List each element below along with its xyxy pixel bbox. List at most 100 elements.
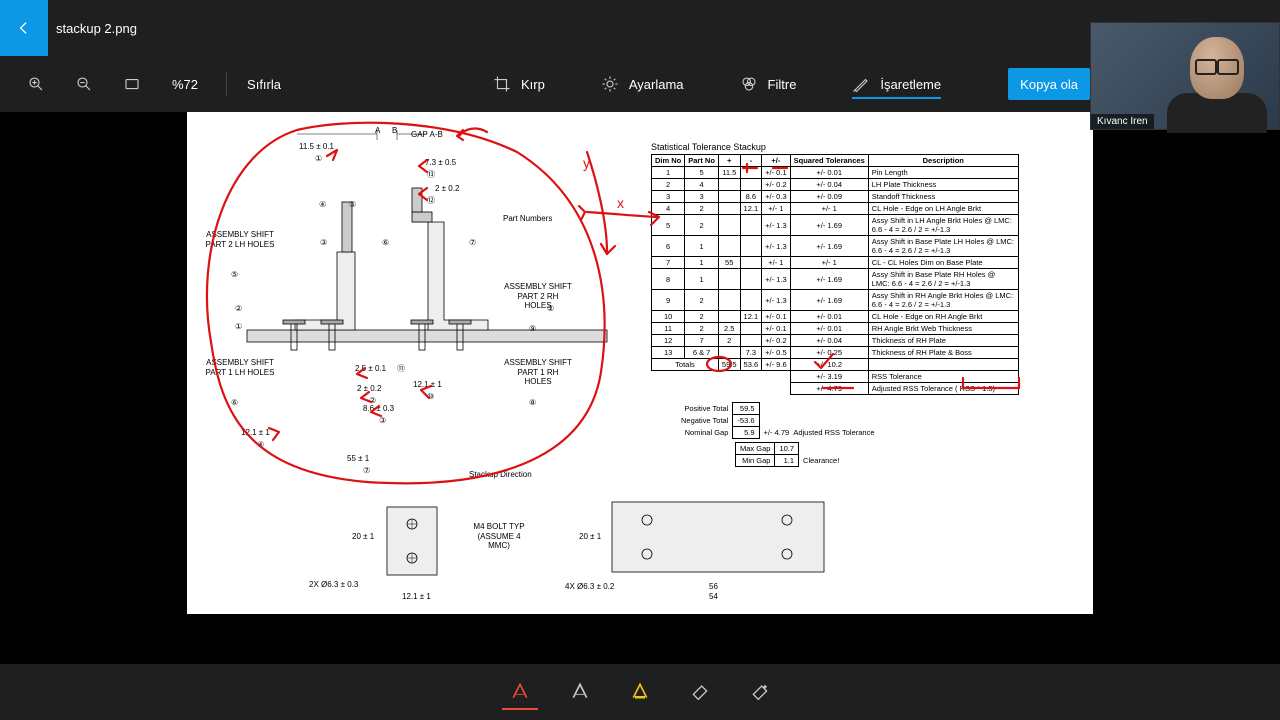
dim-7: 55 ± 1 [347,454,369,464]
file-title: stackup 2.png [56,21,137,36]
label-B: B [392,126,397,136]
assy3: ASSEMBLY SHIFT PART 2 RH HOLES [503,282,573,311]
zoom-level: %72 [172,77,198,92]
rss-row: +/- 3.19RSS Tolerance [652,371,1019,383]
table-row: 338.6+/- 0.3+/- 0.09Standoff Thickness [652,191,1019,203]
p5: ⑤ [349,200,356,210]
dim-121: 12.1 ± 1 [402,592,431,602]
dim-56: 56 [709,582,718,592]
p6: ⑥ [382,238,389,248]
assy4n: ⑧ [529,398,536,408]
gap-table: Max Gap10.7 Min Gap1.1Clearance! [735,442,844,467]
p7: ⑦ [469,238,476,248]
dim-12: 2 ± 0.2 [435,184,459,194]
table-row: 1511.5+/- 0.1+/- 0.01Pin Length [652,167,1019,179]
table-row: 52+/- 1.3+/- 1.69Assy Shift in LH Angle … [652,215,1019,236]
dim-3n: ③ [379,416,386,426]
dim-1-num: ① [315,154,322,164]
zoom-out-button[interactable] [68,68,100,100]
markup-button[interactable]: İşaretleme [852,75,941,99]
copy-button[interactable]: Kopya ola [1008,68,1090,100]
arrow-left-icon [16,20,32,36]
gap-label: GAP A-B [411,130,443,140]
sparkle-eraser-button[interactable] [742,674,778,710]
dim-4: 12.1 ± 1 [241,428,270,438]
dim-10n: ⑩ [427,392,434,402]
zoom-in-button[interactable] [20,68,52,100]
p3: ③ [320,238,327,248]
totals-row: Totals 59.553.6 +/- 9.6+/- 10.2 [652,359,1019,371]
markup-icon [852,75,870,93]
assy1: ASSEMBLY SHIFT PART 2 LH HOLES [205,230,275,249]
pen-red-button[interactable] [502,674,538,710]
assy3n: ⑨ [529,324,536,334]
assy2n: ⑥ [231,398,238,408]
eraser-icon [690,681,710,701]
top-toolbar: %72 Sıfırla Kırp Ayarlama Filtre İşaretl… [0,56,1280,112]
highlighter-button[interactable] [622,674,658,710]
assy4: ASSEMBLY SHIFT PART 1 RH HOLES [503,358,573,387]
p4: ④ [319,200,326,210]
pen-icon [570,681,590,701]
crop-button[interactable]: Kırp [493,75,545,93]
pen-icon [510,681,530,701]
pen-white-button[interactable] [562,674,598,710]
stackup-direction: Stackup Direction [469,470,532,480]
reset-button[interactable]: Sıfırla [247,77,281,92]
table-row: 92+/- 1.3+/- 1.69Assy Shift in RH Angle … [652,290,1019,311]
dim-2: 2 ± 0.2 [357,384,381,394]
table-header-row: Dim NoPart No +- +/-Squared Tolerances D… [652,155,1019,167]
zoom-in-icon [27,75,45,93]
p2l: ② [235,304,242,314]
zoom-out-icon [75,75,93,93]
assy1n: ⑤ [231,270,238,280]
back-button[interactable] [0,0,48,56]
eraser-button[interactable] [682,674,718,710]
dim-holes2: 2X Ø6.3 ± 0.3 [309,580,358,590]
table-row: 7155+/- 1+/- 1CL - CL Holes Dim on Base … [652,257,1019,269]
dim-7n: ⑦ [363,466,370,476]
webcam-overlay: Kıvanc Iren [1090,22,1280,130]
sparkle-icon [750,681,770,701]
table-title: Statistical Tolerance Stackup [651,142,766,152]
dim-1: 11.5 ± 0.1 [299,142,334,152]
dim-11: 2.5 ± 0.1 [355,364,386,374]
dim-11n: ⑪ [397,364,405,374]
assy2: ASSEMBLY SHIFT PART 1 LH HOLES [205,358,275,377]
dim-holes4: 4X Ø6.3 ± 0.2 [565,582,614,592]
dim-3: 8.6 ± 0.3 [363,404,394,414]
canvas-area[interactable]: A B GAP A-B 11.5 ± 0.1 ① 7.3 ± 0.5 ⑬ 2 ±… [0,112,1280,664]
table-row: 24+/- 0.2+/- 0.04LH Plate Thickness [652,179,1019,191]
drawing-document: A B GAP A-B 11.5 ± 0.1 ① 7.3 ± 0.5 ⑬ 2 ±… [187,112,1093,614]
table-row: 61+/- 1.3+/- 1.69Assy Shift in Base Plat… [652,236,1019,257]
adj-rss-row: +/- 4.79Adjusted RSS Tolerance ( RSS * 1… [652,383,1019,395]
webcam-name: Kıvanc Iren [1091,114,1154,129]
p1: ① [235,322,242,332]
filter-icon [740,75,758,93]
filter-button[interactable]: Filtre [740,75,797,93]
table-row: 4212.1+/- 1+/- 1CL Hole - Edge on LH Ang… [652,203,1019,215]
dim-54: 54 [709,592,718,602]
summary-totals: Positive Total59.5 Negative Total-53.6 N… [677,402,879,439]
annotation-toolbar [0,664,1280,720]
fit-button[interactable] [116,68,148,100]
bolt-note: M4 BOLT TYP (ASSUME 4 MMC) [469,522,529,551]
dim-20b: 20 ± 1 [579,532,601,542]
table-row: 136 & 77.3+/- 0.5+/- 0.25Thickness of RH… [652,347,1019,359]
dim-13-num: ⑬ [427,170,435,180]
table-row: 1122.5+/- 0.1+/- 0.01RH Angle Brkt Web T… [652,323,1019,335]
table-row: 1272+/- 0.2+/- 0.04Thickness of RH Plate [652,335,1019,347]
dim-13: 7.3 ± 0.5 [425,158,456,168]
stackup-table: Dim NoPart No +- +/-Squared Tolerances D… [651,154,1019,395]
fit-icon [123,75,141,93]
dim-10: 12.1 ± 1 [413,380,442,390]
dim-4n: ④ [257,440,264,450]
label-A: A [375,126,380,136]
table-row: 81+/- 1.3+/- 1.69Assy Shift in Base Plat… [652,269,1019,290]
adjust-button[interactable]: Ayarlama [601,75,684,93]
table-row: 10212.1+/- 0.1+/- 0.01CL Hole - Edge on … [652,311,1019,323]
divider [226,72,227,96]
adjust-icon [601,75,619,93]
title-bar: stackup 2.png [0,0,1280,56]
part-numbers: Part Numbers [503,214,552,224]
